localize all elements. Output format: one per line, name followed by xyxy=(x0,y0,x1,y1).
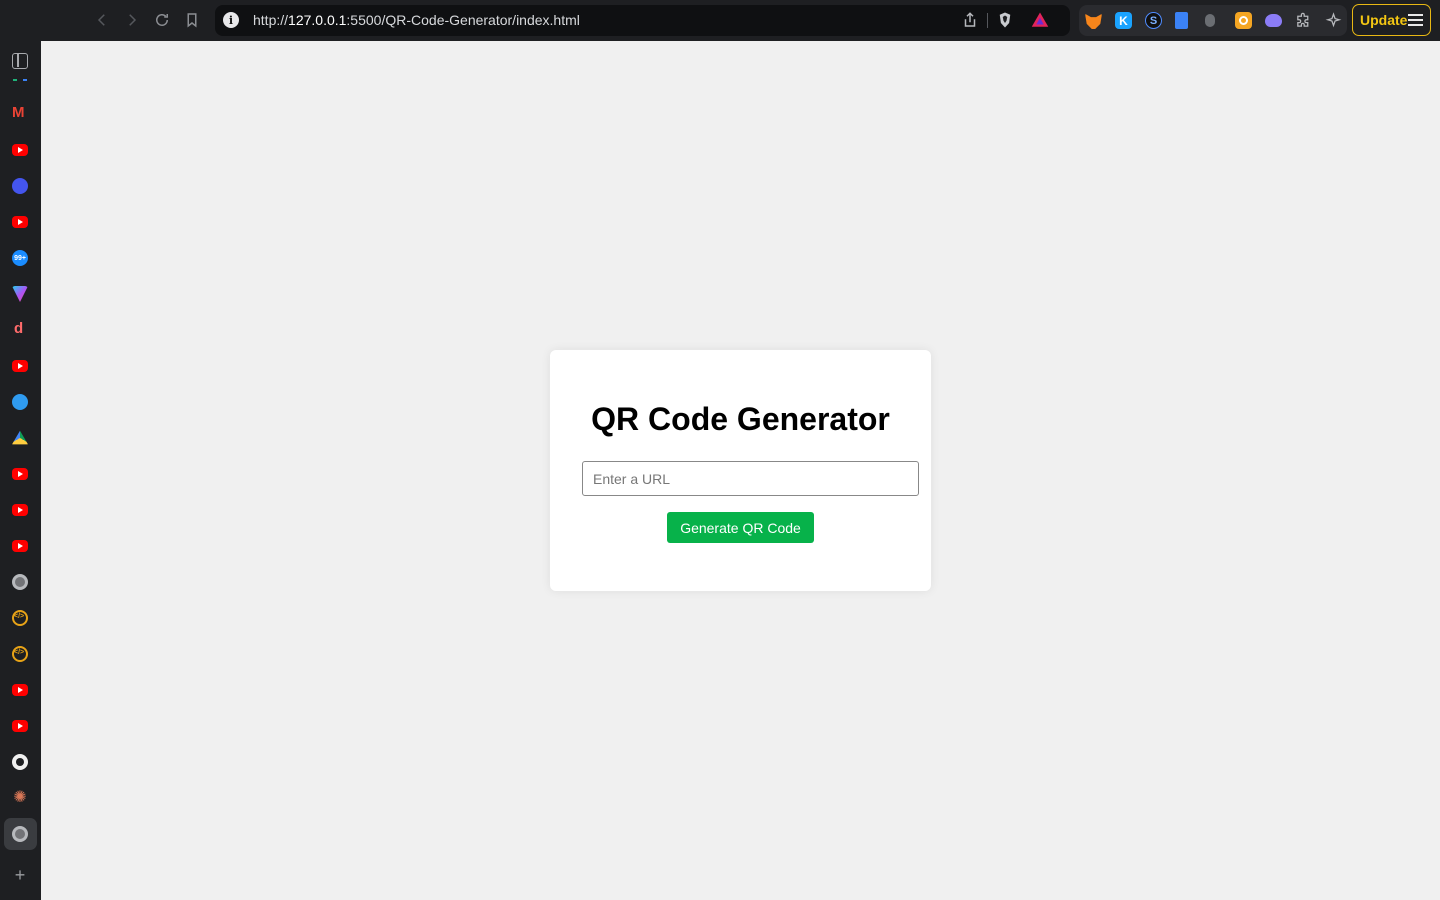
globe-icon[interactable] xyxy=(12,826,28,842)
sparkle-icon[interactable] xyxy=(1325,12,1342,29)
dj-app-icon[interactable] xyxy=(12,320,28,338)
forward-icon[interactable] xyxy=(120,8,144,32)
url-path: :5500/QR-Code-Generator/index.html xyxy=(346,12,580,28)
puzzle-icon[interactable] xyxy=(1295,12,1312,29)
bug-extension-icon[interactable] xyxy=(1205,14,1215,27)
url-input[interactable] xyxy=(582,461,919,496)
game-extension-icon[interactable] xyxy=(1265,14,1282,27)
sidebar-indicator xyxy=(12,79,28,83)
metamask-icon[interactable] xyxy=(1085,13,1102,29)
page-viewport: QR Code Generator Generate QR Code xyxy=(41,41,1440,900)
address-bar[interactable]: i http://127.0.0.1:5500/QR-Code-Generato… xyxy=(215,5,1070,36)
youtube-icon[interactable] xyxy=(12,684,28,696)
generate-qr-button[interactable]: Generate QR Code xyxy=(667,512,814,543)
google-drive-icon[interactable] xyxy=(12,430,28,445)
update-label: Update xyxy=(1360,12,1408,28)
globe-icon[interactable] xyxy=(12,574,28,590)
s-extension-icon[interactable]: S xyxy=(1145,12,1162,29)
youtube-icon[interactable] xyxy=(12,216,28,228)
sidebar-panel-icon[interactable] xyxy=(12,53,28,69)
github-icon[interactable] xyxy=(12,754,28,770)
code-icon[interactable] xyxy=(12,610,28,626)
youtube-icon[interactable] xyxy=(12,720,28,732)
site-info-icon[interactable]: i xyxy=(223,12,239,28)
youtube-icon[interactable] xyxy=(12,144,28,156)
add-panel-icon[interactable]: + xyxy=(12,865,28,885)
brave-shields-icon[interactable] xyxy=(996,11,1014,29)
extensions-bar: K S xyxy=(1079,5,1347,36)
badge-99: 99+ xyxy=(14,254,26,262)
blue-circle-icon[interactable] xyxy=(12,394,28,410)
add-label: + xyxy=(14,865,26,885)
bookmark-icon[interactable] xyxy=(180,8,204,32)
gmail-icon[interactable] xyxy=(12,104,28,122)
notifications-99-icon[interactable]: 99+ xyxy=(12,250,28,266)
youtube-icon[interactable] xyxy=(12,504,28,516)
youtube-icon[interactable] xyxy=(12,360,28,372)
divider xyxy=(987,13,988,28)
url-text[interactable]: http://127.0.0.1:5500/QR-Code-Generator/… xyxy=(253,12,580,28)
update-button[interactable]: Update xyxy=(1352,4,1431,36)
brave-rewards-icon[interactable] xyxy=(1030,11,1050,29)
k-extension-icon[interactable]: K xyxy=(1115,12,1132,29)
url-host: 127.0.0.1 xyxy=(288,12,347,28)
menu-icon[interactable] xyxy=(1408,14,1423,26)
sidebar: 99+ ✺ + xyxy=(0,41,41,900)
url-scheme: http:// xyxy=(253,12,289,28)
code-icon[interactable] xyxy=(12,646,28,662)
qr-card: QR Code Generator Generate QR Code xyxy=(550,350,931,591)
back-icon[interactable] xyxy=(90,8,114,32)
box-extension-icon[interactable] xyxy=(1235,12,1252,29)
document-extension-icon[interactable] xyxy=(1175,12,1188,29)
share-icon[interactable] xyxy=(961,11,979,29)
browser-toolbar: i http://127.0.0.1:5500/QR-Code-Generato… xyxy=(0,0,1440,41)
youtube-icon[interactable] xyxy=(12,468,28,480)
claude-icon[interactable]: ✺ xyxy=(12,790,28,806)
reload-icon[interactable] xyxy=(150,8,174,32)
page-title: QR Code Generator xyxy=(591,401,890,437)
triangle-app-icon[interactable] xyxy=(12,286,28,302)
blue-app-icon[interactable] xyxy=(12,178,28,194)
youtube-icon[interactable] xyxy=(12,540,28,552)
